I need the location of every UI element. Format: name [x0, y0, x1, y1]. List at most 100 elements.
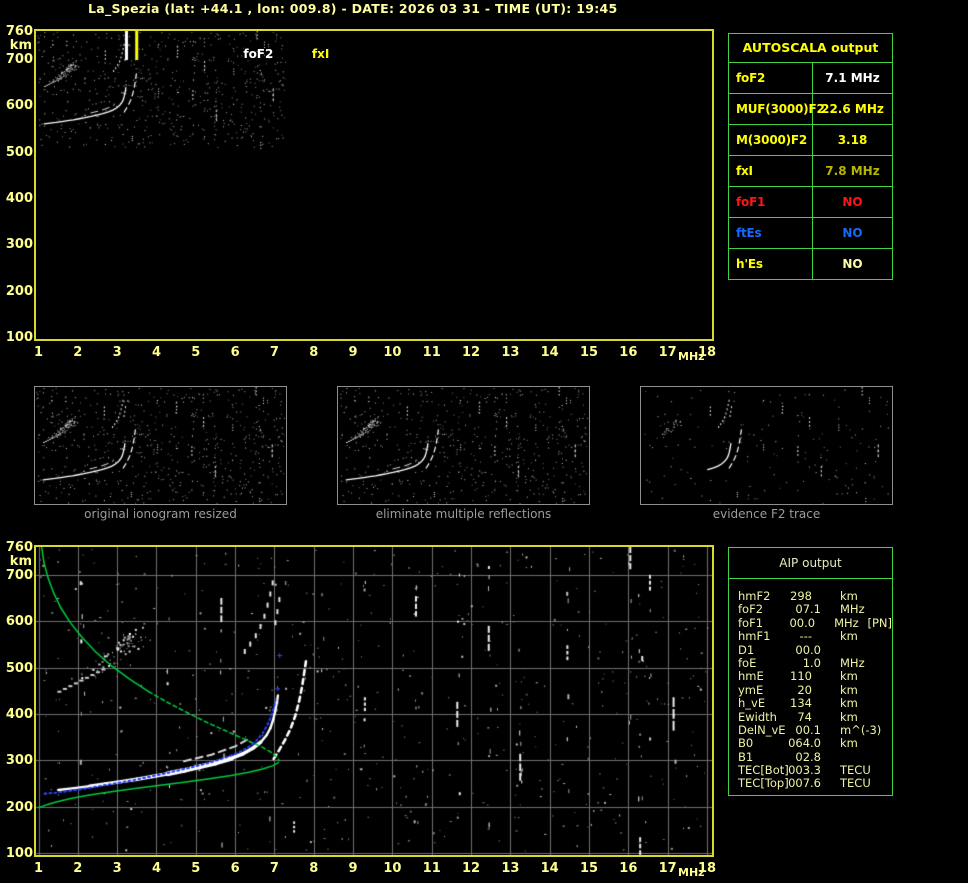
x-tick-label: 9 [348, 861, 358, 876]
aip-row-value: 003.3 [788, 763, 821, 778]
aip-row-unit [840, 644, 876, 657]
aip-row-unit: km [840, 709, 858, 724]
y-axis-unit-label: km [9, 554, 32, 569]
x-tick-label: 13 [501, 861, 520, 876]
autoscala-row-label: h'Es [729, 249, 813, 279]
aip-row-label: hmF2 [738, 589, 771, 603]
aip-row-unit: MHz [834, 615, 859, 630]
aip-row-label: B0 [738, 736, 754, 751]
aip-row-label: TEC[Bot] [738, 763, 789, 778]
x-tick-label: 1 [33, 861, 44, 876]
aip-row-unit: m^(-3) [840, 722, 882, 737]
ionogram-canvas [36, 31, 712, 339]
marker-foF2-label: foF2 [243, 47, 274, 61]
y-tick-label: 100 [5, 330, 33, 345]
y-tick-label: 760 [5, 540, 33, 555]
aip-row-label: B1 [738, 749, 754, 764]
autoscala-row-value: 22.6 MHz [821, 102, 884, 116]
aip-row-unit: km [840, 736, 858, 751]
x-tick-label: 2 [73, 345, 83, 360]
aip-row: TEC[Top] 007.6 TECU [738, 776, 892, 791]
thumbnail-original-canvas [35, 387, 286, 504]
y-tick-label: 400 [5, 190, 33, 206]
autoscala-row-value: 7.1 MHz [825, 71, 880, 85]
aip-row: B1 02.8 [738, 749, 892, 764]
autoscala-table-rows: foF2 7.1 MHz MUF(3000)F2 22.6 MHz M(3000)F2 3… [729, 63, 892, 279]
x-tick-label: 13 [501, 345, 520, 360]
thumbnail-eliminate-caption: eliminate multiple reflections [375, 507, 552, 521]
aip-row-value: 00.0 [795, 642, 821, 657]
x-tick-label: 11 [422, 861, 441, 876]
thumbnail-evidence-canvas [641, 387, 892, 504]
aip-row-unit: MHz [840, 602, 865, 617]
autoscala-row-label: ftEs [729, 218, 813, 248]
autoscala-row: foF2 7.1 MHz [729, 63, 892, 94]
y-tick-label: 500 [5, 144, 33, 160]
aip-row-value: 74 [797, 709, 812, 724]
aip-row: hmF1 --- km [738, 629, 892, 644]
autoscala-table-header: AUTOSCALA output [729, 34, 892, 63]
aip-row-label: hmE [738, 669, 764, 684]
x-tick-label: 16 [619, 345, 638, 360]
profile-canvas [36, 547, 712, 855]
x-tick-label: 2 [73, 861, 83, 876]
aip-row-label: foF1 [738, 615, 764, 630]
aip-row-value: 02.8 [795, 749, 821, 764]
aip-row-unit: TECU [840, 763, 871, 778]
x-tick-label: 10 [383, 861, 402, 876]
autoscala-row: fxI 7.8 MHz [729, 156, 892, 187]
y-tick-label: 500 [5, 660, 33, 676]
thumbnail-eliminate-canvas [338, 387, 589, 504]
aip-row-value: 298 [790, 589, 812, 603]
y-tick-label: 200 [5, 799, 33, 815]
y-axis-unit-label: km [9, 38, 32, 53]
aip-row: h_vE 134 km [738, 696, 892, 711]
aip-table-header: AIP output [729, 548, 892, 579]
aip-row: hmF2 298 km [738, 589, 892, 603]
autoscala-row: M(3000)F2 3.18 [729, 125, 892, 156]
ionogram-plot-frame [34, 29, 714, 341]
aip-row-value: 20 [797, 682, 812, 697]
x-tick-label: 12 [462, 345, 481, 360]
x-tick-label: 15 [579, 861, 599, 876]
x-tick-label: 9 [348, 345, 358, 360]
aip-row: foF2 07.1 MHz [738, 602, 892, 617]
x-tick-label: 7 [269, 861, 279, 876]
x-tick-label: 17 [658, 861, 677, 876]
y-tick-label: 100 [5, 846, 33, 861]
y-tick-label: 600 [5, 614, 33, 630]
thumbnail-evidence-caption: evidence F2 trace [712, 507, 821, 521]
aip-row-unit: km [840, 589, 858, 603]
aip-row-value: 00.1 [795, 722, 821, 737]
x-tick-label: 11 [422, 345, 441, 360]
autoscala-row-value: NO [842, 195, 863, 209]
x-tick-label: 5 [191, 345, 201, 360]
y-tick-label: 300 [5, 753, 33, 769]
autoscala-table: AUTOSCALA output foF2 7.1 MHz MUF(3000)F2 2… [728, 33, 893, 280]
autoscala-row-label: M(3000)F2 [729, 125, 813, 155]
x-tick-label: 7 [269, 345, 279, 360]
aip-row-unit [840, 751, 876, 764]
aip-row: D1 00.0 [738, 642, 892, 657]
x-tick-label: 17 [658, 345, 677, 360]
y-tick-label: 200 [5, 283, 33, 299]
aip-row-label: TEC[Top] [738, 776, 789, 791]
x-tick-label: 3 [112, 345, 122, 360]
aip-row-label: Ewidth [738, 709, 777, 724]
autoscala-row: MUF(3000)F2 22.6 MHz [729, 94, 892, 125]
x-tick-label: 16 [619, 861, 638, 876]
y-tick-label: 600 [5, 98, 33, 114]
aip-row-value: 1.0 [802, 655, 821, 670]
aip-row-unit: km [840, 669, 858, 684]
x-tick-label: 8 [309, 345, 319, 360]
aip-row-label: DelN_vE [738, 722, 786, 737]
x-tick-label: 18 [697, 345, 717, 360]
aip-row-unit: km [840, 696, 858, 711]
aip-row-value: --- [799, 629, 812, 644]
y-tick-label: 760 [5, 24, 33, 39]
aip-row: TEC[Bot] 003.3 TECU [738, 763, 892, 778]
autoscala-row-value: 7.8 MHz [825, 164, 880, 178]
autoscala-row-label: MUF(3000)F2 [729, 94, 825, 124]
aip-row-unit: km [840, 682, 858, 697]
aip-row-value: 00.0 [789, 615, 816, 630]
